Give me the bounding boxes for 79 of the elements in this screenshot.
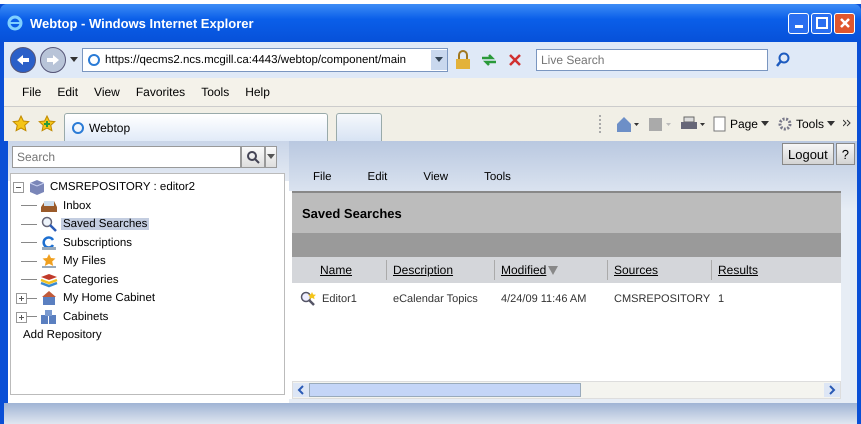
browser-tab[interactable]: Webtop	[64, 112, 328, 142]
tree-item[interactable]: Saved Searches	[61, 218, 150, 230]
column-header[interactable]: Description	[387, 260, 495, 280]
column-header[interactable]: Modified	[495, 260, 608, 280]
maximize-icon	[816, 17, 828, 29]
search-field[interactable]: Search	[12, 146, 241, 168]
panel-title: Saved Searches	[302, 206, 402, 220]
star-icon	[40, 253, 58, 270]
window-title: Webtop - Windows Internet Explorer	[30, 16, 254, 30]
caret-icon[interactable]	[70, 57, 78, 63]
forward-button[interactable]	[40, 47, 66, 73]
search-field[interactable]: Live Search	[536, 49, 768, 71]
back-button[interactable]	[10, 47, 36, 73]
home-icon[interactable]	[614, 115, 639, 133]
logout-button[interactable]: Logout	[782, 143, 834, 165]
tree-item[interactable]: My Files	[61, 255, 108, 268]
gear-icon	[776, 116, 793, 132]
plus-icon	[17, 294, 26, 303]
search-icon	[246, 150, 260, 164]
maximize-button[interactable]	[811, 12, 832, 34]
menu-item[interactable]: Edit	[57, 85, 78, 99]
back-arrow-icon	[15, 53, 31, 67]
add-favorite-icon[interactable]	[38, 115, 56, 133]
browser-logo-icon	[6, 14, 24, 32]
home-cabinet-icon	[40, 290, 58, 306]
column-header[interactable]: Sources	[608, 260, 712, 280]
caret-icon	[267, 154, 275, 160]
tree-item[interactable]: CMSREPOSITORY : editor2	[48, 181, 198, 194]
caret-icon[interactable]	[435, 57, 443, 63]
menu-item[interactable]: View	[423, 171, 448, 183]
collapse-toggle[interactable]	[13, 182, 24, 193]
menu-item[interactable]: Tools	[484, 171, 511, 183]
tree-item[interactable]: Cabinets	[61, 310, 110, 323]
horizontal-scrollbar[interactable]	[292, 381, 841, 399]
menu-item[interactable]: File	[22, 85, 42, 99]
tree-item[interactable]: Inbox	[61, 200, 94, 212]
tools-menu-button[interactable]: Tools	[776, 116, 835, 132]
minimize-icon	[794, 25, 802, 28]
star-icon[interactable]	[12, 115, 30, 133]
tree-item[interactable]: My Home Cabinet	[61, 292, 158, 304]
plus-icon	[17, 312, 26, 322]
forward-arrow-icon	[45, 53, 61, 67]
column-header[interactable]: Results	[712, 260, 772, 280]
menu-item[interactable]: File	[313, 171, 332, 183]
add-repository-link[interactable]: Add Repository	[21, 329, 104, 342]
minimize-button[interactable]	[788, 12, 809, 34]
tree-item[interactable]: Subscriptions	[61, 236, 134, 249]
table-cell: 1	[718, 293, 724, 305]
search-button[interactable]	[241, 146, 265, 168]
table-cell: eCalendar Topics	[393, 293, 478, 305]
saved-search-icon	[300, 291, 318, 307]
expand-toggle[interactable]	[16, 312, 27, 322]
help-button[interactable]: ?	[836, 143, 855, 165]
address-field[interactable]: https://qecms2.ncs.mcgill.ca:4443/webtop/component/main	[82, 48, 448, 72]
tree-item[interactable]: Categories	[61, 274, 121, 286]
cabinets-icon	[40, 308, 58, 325]
menu-item[interactable]: Help	[245, 85, 270, 99]
stacked-layers-icon	[40, 272, 58, 288]
repository-icon	[27, 179, 45, 196]
table-cell: CMSREPOSITORY	[614, 293, 710, 305]
table-cell: 4/24/09 11:46 AM	[501, 293, 586, 305]
menu-item[interactable]: Tools	[201, 85, 230, 99]
close-icon	[838, 17, 850, 29]
dropdown-button[interactable]	[265, 146, 277, 168]
close-button[interactable]	[834, 12, 855, 34]
page-menu-button[interactable]: Page	[712, 116, 769, 132]
menu-item[interactable]: Favorites	[136, 85, 186, 99]
chevron-icon[interactable]	[843, 119, 851, 129]
caret-icon	[760, 121, 769, 127]
table-cell: Editor1	[322, 293, 357, 305]
magnifier-icon	[40, 216, 58, 232]
caret-icon	[827, 121, 835, 127]
menu-item[interactable]: View	[94, 85, 120, 99]
expand-toggle[interactable]	[16, 293, 27, 304]
column-header[interactable]: Name	[292, 260, 387, 280]
subscriptions-icon	[40, 234, 58, 251]
sort-descending-icon	[548, 266, 558, 274]
url-text: https://qecms2.ncs.mcgill.ca:4443/webtop/component/main	[105, 54, 408, 66]
menu-item[interactable]: Edit	[368, 171, 388, 183]
